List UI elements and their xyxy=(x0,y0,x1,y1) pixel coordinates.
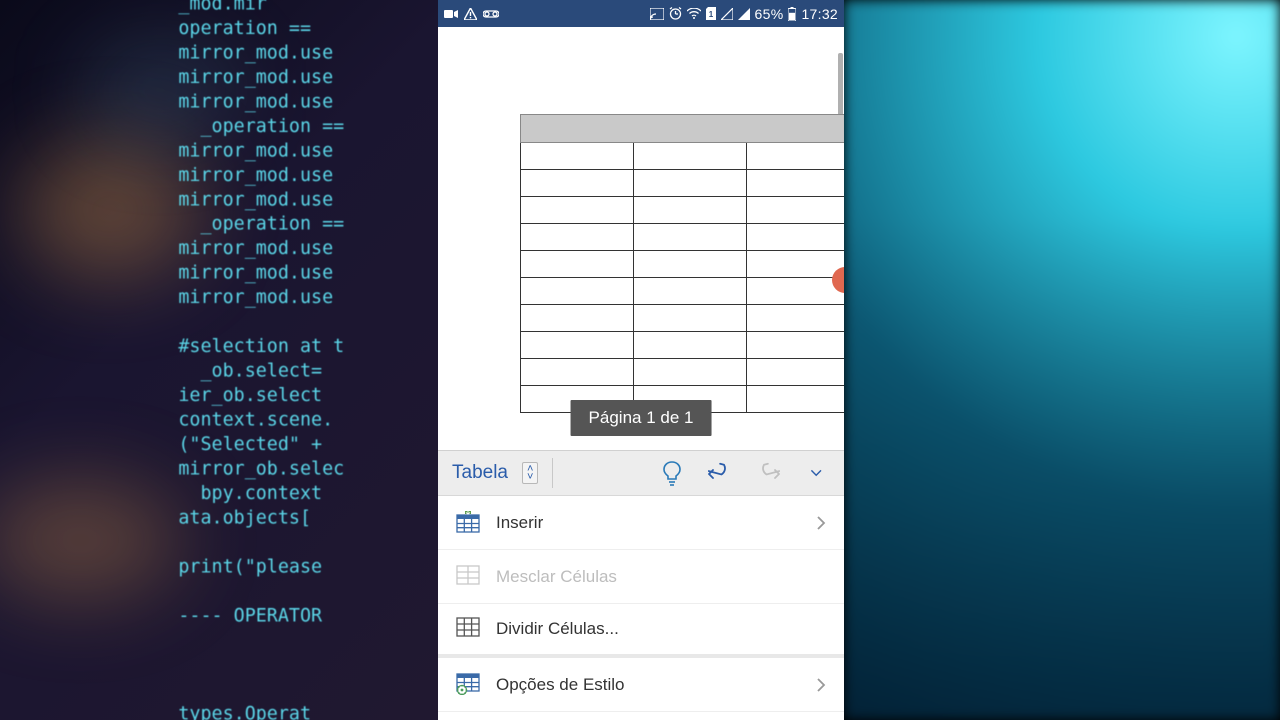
warning-icon xyxy=(464,8,477,20)
alarm-icon xyxy=(669,7,682,20)
chevron-right-icon xyxy=(816,515,826,531)
ribbon-tab-label[interactable]: Tabela xyxy=(452,462,508,484)
blur-blob xyxy=(20,140,200,280)
menu-label: Dividir Células... xyxy=(496,619,826,639)
blur-blob xyxy=(0,480,180,600)
merge-cells-icon xyxy=(456,565,480,589)
wifi-icon xyxy=(687,8,701,19)
table-row xyxy=(521,197,845,224)
menu-label: Inserir xyxy=(496,513,816,533)
menu-label: Mesclar Células xyxy=(496,567,826,587)
table-row xyxy=(521,224,845,251)
sim-icon: 1 xyxy=(706,7,716,20)
style-options-icon xyxy=(456,673,480,697)
table-row xyxy=(521,332,845,359)
tell-me-icon[interactable] xyxy=(652,453,692,493)
table-menu-panel: Inserir Mesclar Células xyxy=(438,496,844,720)
table-row xyxy=(521,305,845,332)
table-row xyxy=(521,170,845,197)
ribbon-toolbar: Tabela ˄˅ xyxy=(438,450,844,496)
clock-time: 17:32 xyxy=(801,6,838,22)
table-row xyxy=(521,143,845,170)
signal-empty-icon xyxy=(721,8,733,20)
menu-label: Opções de Estilo xyxy=(496,675,816,695)
menu-item-split-cells[interactable]: Dividir Células... xyxy=(438,604,844,658)
table-row xyxy=(521,359,845,386)
wallpaper-right xyxy=(844,0,1280,720)
menu-item-insert[interactable]: Inserir xyxy=(438,496,844,550)
wallpaper-left: _mod.mir operation == mirror_mod.use mir… xyxy=(0,0,438,720)
document-canvas[interactable]: Página 1 de 1 xyxy=(438,27,844,450)
android-status-bar: 1 65% 17:32 xyxy=(438,0,844,27)
svg-text:1: 1 xyxy=(708,10,713,19)
cast-icon xyxy=(650,8,664,20)
menu-item-style-options[interactable]: Opções de Estilo xyxy=(438,658,844,712)
signal-icon xyxy=(738,8,750,20)
page-indicator-toast: Página 1 de 1 xyxy=(571,400,712,436)
collapse-ribbon-icon[interactable] xyxy=(796,453,836,493)
video-icon xyxy=(444,9,458,19)
split-cells-icon xyxy=(456,617,480,641)
redo-icon xyxy=(748,453,788,493)
table-header-row[interactable] xyxy=(521,115,845,143)
battery-icon xyxy=(788,7,796,21)
voicemail-icon xyxy=(483,9,499,19)
tab-switcher-icon[interactable]: ˄˅ xyxy=(522,462,538,484)
chevron-right-icon xyxy=(816,677,826,693)
phone-screen: 1 65% 17:32 xyxy=(438,0,844,720)
document-table[interactable] xyxy=(520,114,844,413)
menu-item-merge-cells: Mesclar Células xyxy=(438,550,844,604)
battery-percent: 65% xyxy=(755,6,784,22)
document-page[interactable] xyxy=(520,114,844,413)
undo-icon[interactable] xyxy=(700,453,740,493)
table-row xyxy=(521,251,845,278)
table-row xyxy=(521,278,845,305)
background-code-text: _mod.mir operation == mirror_mod.use mir… xyxy=(178,0,344,720)
insert-table-icon xyxy=(456,511,480,535)
toolbar-divider xyxy=(552,458,553,488)
